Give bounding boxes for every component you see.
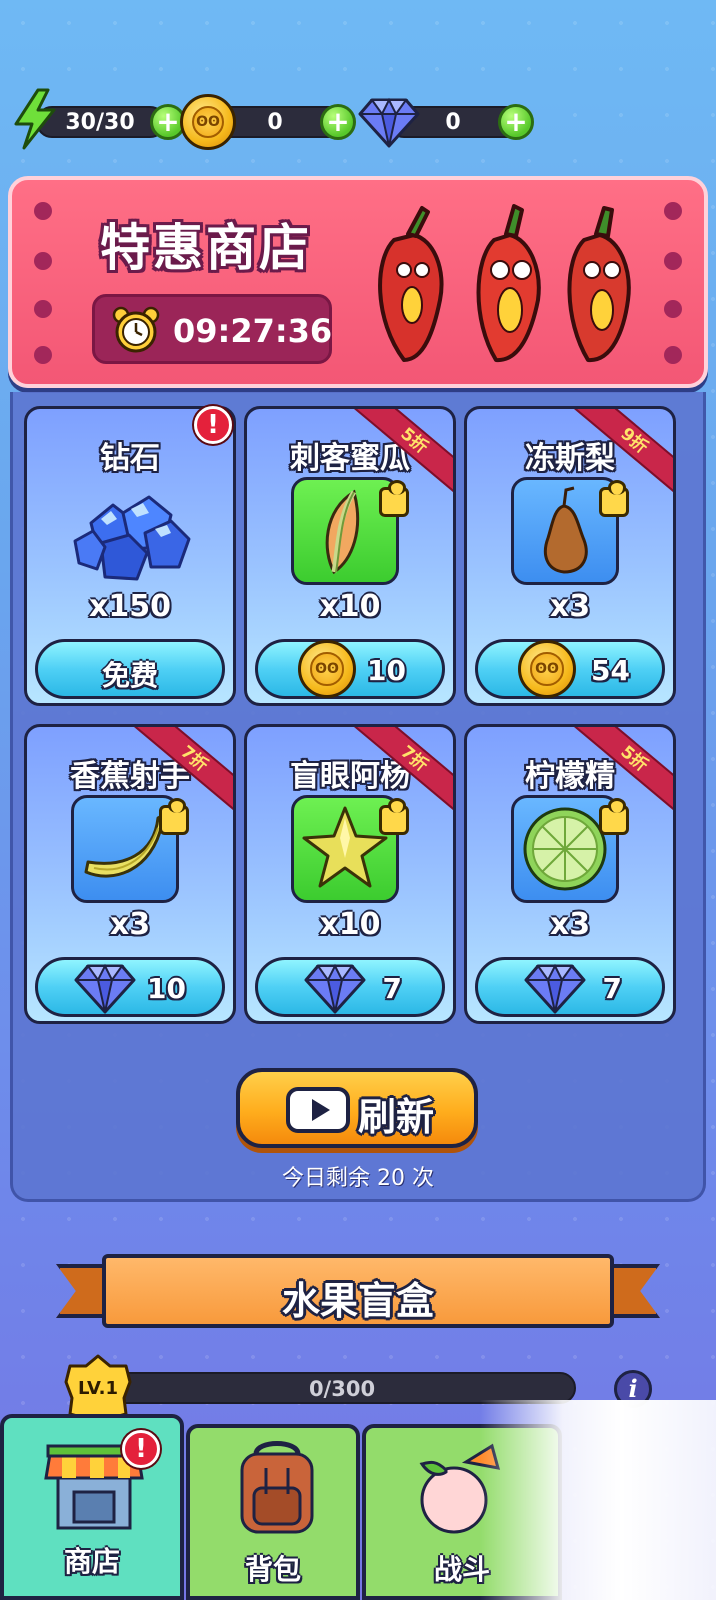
item-quantity: x150 (89, 589, 171, 624)
coin-resource: ʘʘ 0 + (180, 94, 360, 150)
puzzle-piece-icon (599, 480, 629, 517)
coin-icon: ʘʘ (180, 94, 236, 150)
timer-countdown: 09:27:36 (173, 312, 333, 350)
banner-title: 特惠商店 (100, 219, 312, 277)
puzzle-piece-icon (159, 798, 189, 835)
buy-with-coins-button[interactable]: ʘʘ 10 (255, 639, 445, 699)
energy-resource: 30/30 + (12, 88, 186, 150)
edge-glare-overlay (480, 1400, 716, 1600)
nav-label: 商店 (63, 1545, 120, 1578)
coin-value: 0 (267, 110, 283, 135)
alert-icon: ! (194, 406, 232, 444)
diamond-pile-icon (73, 495, 191, 581)
level-label: LV.1 (78, 1378, 118, 1399)
level-progress-text: 0/300 (308, 1377, 376, 1401)
chili-pepper-characters-icon (378, 204, 631, 363)
gem-icon (304, 963, 366, 1014)
gem-value: 0 (445, 110, 461, 135)
button-label: 免费 (101, 659, 158, 692)
item-quantity: x3 (549, 907, 591, 942)
backpack-icon (240, 1441, 314, 1534)
item-quantity: x3 (109, 907, 151, 942)
shop-item-banana[interactable]: 香蕉射手 7折 x3 10 (24, 724, 236, 1024)
buy-with-gems-button[interactable]: 7 (255, 957, 445, 1017)
gem-icon (358, 97, 420, 148)
add-coins-button[interactable]: + (320, 104, 356, 140)
claim-free-button[interactable]: 免费 (35, 639, 225, 699)
item-price: 7 (382, 972, 402, 1005)
alarm-clock-icon (112, 306, 160, 353)
item-quantity: x3 (549, 589, 591, 624)
blind-box-title: 水果盲盒 (281, 1279, 434, 1323)
lightning-icon (14, 88, 56, 150)
buy-with-gems-button[interactable]: 10 (35, 957, 225, 1017)
gem-resource: 0 + (358, 97, 538, 148)
puzzle-piece-icon (379, 480, 409, 517)
nav-label: 背包 (244, 1553, 301, 1586)
refresh-label: 刷新 (358, 1095, 435, 1139)
fruit-blind-box-header: 水果盲盒 (56, 1254, 660, 1328)
gem-icon (524, 963, 586, 1014)
shop-item-pear[interactable]: 冻斯梨 9折 x3 ʘʘ 54 (464, 406, 676, 706)
shop-item-diamonds[interactable]: 钻石 x150 免费 (24, 406, 236, 706)
buy-with-gems-button[interactable]: 7 (475, 957, 665, 1017)
energy-value: 30/30 (65, 110, 135, 135)
special-shop-banner: 特惠商店 09:27:36 (8, 176, 708, 388)
shop-item-lime[interactable]: 柠檬精 5折 x3 7 (464, 724, 676, 1024)
item-quantity: x10 (319, 907, 381, 942)
refresh-button[interactable]: 刷新 (236, 1068, 478, 1148)
video-ad-icon (286, 1087, 350, 1133)
item-price: 7 (602, 972, 622, 1005)
puzzle-piece-icon (599, 798, 629, 835)
puzzle-piece-icon (379, 798, 409, 835)
item-price: 10 (367, 654, 406, 687)
item-quantity: x10 (319, 589, 381, 624)
gem-icon (74, 963, 136, 1014)
shop-item-starfruit[interactable]: 盲眼阿杨 7折 x10 7 (244, 724, 456, 1024)
coin-icon: ʘʘ (298, 640, 356, 698)
shop-timer: 09:27:36 (92, 294, 332, 364)
item-price: 10 (147, 972, 186, 1005)
add-gems-button[interactable]: + (498, 104, 534, 140)
shop-item-melon[interactable]: 刺客蜜瓜 5折 x10 ʘʘ 10 (244, 406, 456, 706)
item-price: 54 (591, 654, 630, 687)
coin-icon: ʘʘ (518, 640, 576, 698)
alert-icon: ! (122, 1430, 160, 1468)
buy-with-coins-button[interactable]: ʘʘ 54 (475, 639, 665, 699)
nav-tab-backpack[interactable]: 背包 (186, 1424, 360, 1600)
refresh-remaining: 今日剩余 20 次 (282, 1166, 434, 1191)
